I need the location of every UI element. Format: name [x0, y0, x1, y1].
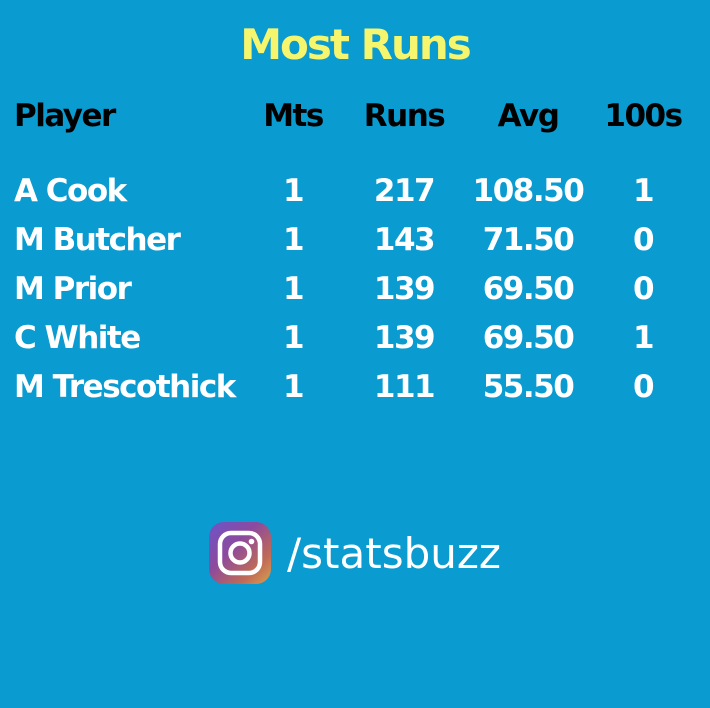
matches-value: 1: [282, 173, 305, 209]
matches-value: 1: [282, 222, 305, 258]
hundreds-value: 0: [632, 271, 655, 307]
runs-value: 143: [373, 222, 436, 258]
player-name: M Trescothick: [14, 369, 236, 405]
average-value: 71.50: [482, 222, 575, 258]
matches-value: 1: [282, 369, 305, 405]
player-name: M Prior: [14, 271, 132, 307]
runs-value: 139: [373, 271, 436, 307]
average-value: 69.50: [482, 320, 575, 356]
runs-value: 139: [373, 320, 436, 356]
hundreds-value: 0: [632, 222, 655, 258]
runs-value: 111: [373, 369, 436, 405]
matches-value: 1: [282, 320, 305, 356]
average-value: 55.50: [482, 369, 575, 405]
social-footer: /statsbuzz: [0, 522, 710, 584]
social-handle: /statsbuzz: [287, 528, 501, 578]
column-header-player: Player: [14, 98, 116, 134]
matches-value: 1: [282, 271, 305, 307]
instagram-icon: [209, 522, 272, 584]
column-header-100s: 100s: [604, 98, 683, 134]
player-name: A Cook: [14, 173, 127, 209]
average-value: 108.50: [472, 173, 585, 209]
hundreds-value: 1: [632, 173, 655, 209]
column-header-runs: Runs: [363, 98, 446, 134]
hundreds-value: 0: [632, 369, 655, 405]
player-name: M Butcher: [14, 222, 181, 258]
average-value: 69.50: [482, 271, 575, 307]
runs-value: 217: [373, 173, 436, 209]
column-header-mts: Mts: [263, 98, 324, 134]
hundreds-value: 1: [632, 320, 655, 356]
player-name: C White: [14, 320, 141, 356]
page-title: Most Runs: [240, 20, 472, 69]
column-header-avg: Avg: [497, 98, 560, 134]
